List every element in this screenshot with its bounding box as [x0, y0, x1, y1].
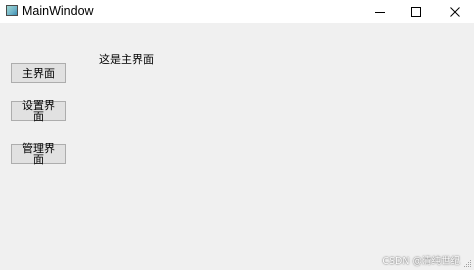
maximize-button[interactable] — [398, 0, 434, 23]
watermark: CSDN @清纯世纪 — [382, 256, 460, 267]
manage-page-button[interactable]: 管理界面 — [11, 143, 66, 165]
main-window: MainWindow 主界面 设置界面 管理界面 这是主界面 CSDN @清纯世… — [0, 0, 474, 270]
resize-grip-icon[interactable] — [463, 259, 472, 268]
client-area: 主界面 设置界面 管理界面 这是主界面 CSDN @清纯世纪 — [0, 23, 474, 270]
close-button[interactable] — [437, 0, 473, 23]
window-title: MainWindow — [22, 4, 94, 18]
main-page-button[interactable]: 主界面 — [11, 63, 66, 83]
close-icon — [450, 6, 460, 17]
minimize-button[interactable] — [362, 0, 398, 23]
app-icon — [6, 5, 18, 16]
minimize-icon — [375, 11, 385, 13]
title-bar[interactable]: MainWindow — [0, 0, 474, 23]
settings-page-button[interactable]: 设置界面 — [11, 100, 66, 122]
maximize-icon — [411, 6, 421, 17]
current-page-label: 这是主界面 — [99, 53, 154, 66]
